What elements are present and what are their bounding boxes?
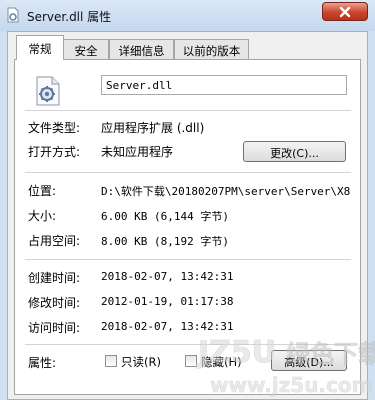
accessed-value: 2018-02-07, 13:42:31 [101, 320, 234, 333]
file-type-label: 文件类型: [28, 121, 81, 135]
title-bar[interactable]: Server.dll 属性 [0, 0, 375, 31]
file-name-field[interactable]: Server.dll [101, 75, 347, 95]
window-title: Server.dll 属性 [27, 10, 112, 24]
size-on-disk-label: 占用空间: [28, 234, 81, 248]
open-with-value: 未知应用程序 [101, 145, 174, 159]
modified-label: 修改时间: [28, 296, 81, 310]
separator [25, 110, 351, 111]
hidden-label[interactable]: 隐藏(H) [201, 354, 242, 370]
modified-value: 2012-01-19, 01:17:38 [101, 295, 234, 308]
tab-general[interactable]: 常规 [16, 35, 64, 60]
tab-previous-versions[interactable]: 以前的版本 [174, 39, 249, 59]
advanced-button[interactable]: 高级(D)... [271, 350, 347, 371]
general-panel: Server.dll 文件类型: 应用程序扩展 (.dll) 打开方式: 未知应… [14, 59, 361, 395]
close-button[interactable] [322, 2, 368, 21]
tab-details[interactable]: 详细信息 [109, 39, 174, 59]
created-label: 创建时间: [28, 271, 81, 285]
readonly-label[interactable]: 只读(R) [121, 354, 161, 370]
separator [25, 259, 351, 260]
change-button[interactable]: 更改(C)... [243, 141, 346, 162]
location-label: 位置: [28, 184, 57, 198]
created-value: 2018-02-07, 13:42:31 [101, 270, 234, 283]
location-value: D:\软件下载\20180207PM\server\Server\X86\ [101, 185, 351, 198]
separator [25, 172, 351, 173]
close-icon [339, 6, 351, 17]
size-label: 大小: [28, 209, 57, 223]
accessed-label: 访问时间: [28, 321, 81, 335]
size-value: 6.00 KB (6,144 字节) [101, 210, 229, 223]
file-type-value: 应用程序扩展 (.dll) [101, 121, 205, 135]
separator [25, 344, 351, 345]
dll-file-icon [7, 7, 19, 23]
tab-security[interactable]: 安全 [63, 39, 109, 59]
open-with-label: 打开方式: [28, 145, 81, 159]
attributes-label: 属性: [28, 356, 57, 370]
hidden-checkbox[interactable] [185, 355, 197, 367]
size-on-disk-value: 8.00 KB (8,192 字节) [101, 235, 229, 248]
properties-dialog: 常规 安全 详细信息 以前的版本 Server.dll 文件类型: 应用程序扩展… [7, 31, 368, 400]
dll-file-icon [36, 76, 60, 106]
readonly-checkbox[interactable] [105, 355, 117, 367]
